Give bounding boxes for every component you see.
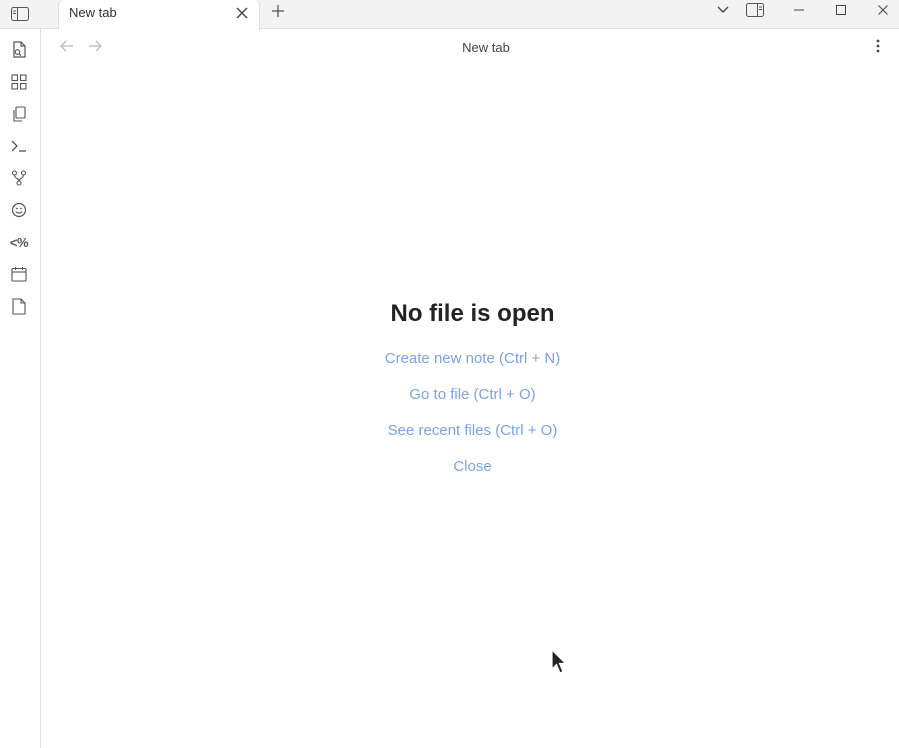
right-sidebar-toggle-icon[interactable]: [745, 1, 765, 19]
files-icon[interactable]: [9, 104, 29, 124]
page-icon[interactable]: [9, 296, 29, 316]
view-title: New tab: [462, 40, 510, 55]
graph-view-icon[interactable]: [9, 72, 29, 92]
git-icon[interactable]: [9, 168, 29, 188]
view-header: New tab: [41, 29, 899, 65]
see-recent-files-link[interactable]: See recent files (Ctrl + O): [41, 422, 899, 440]
calendar-icon[interactable]: [9, 264, 29, 284]
open-quick-switcher-icon[interactable]: [9, 40, 29, 60]
more-options-icon[interactable]: [869, 37, 887, 55]
empty-state-title: No file is open: [390, 300, 555, 327]
sidebar-toggle-icon[interactable]: [0, 0, 40, 28]
templater-icon-label: <%: [9, 234, 29, 250]
maximize-icon[interactable]: [831, 1, 851, 19]
create-new-note-link[interactable]: Create new note (Ctrl + N): [41, 350, 899, 368]
go-to-file-link[interactable]: Go to file (Ctrl + O): [41, 386, 899, 404]
smile-icon[interactable]: [9, 200, 29, 220]
templater-icon[interactable]: <%: [9, 232, 29, 252]
new-tab-plus-icon[interactable]: [268, 1, 288, 21]
close-link[interactable]: Close: [41, 458, 899, 476]
chevron-down-icon[interactable]: [713, 1, 733, 19]
minimize-icon[interactable]: [789, 1, 809, 19]
title-bar: New tab: [0, 0, 899, 30]
empty-state: No file is open Create new note (Ctrl + …: [41, 300, 899, 494]
close-icon[interactable]: [234, 5, 250, 21]
terminal-icon[interactable]: [9, 136, 29, 156]
mouse-cursor-icon: [551, 649, 567, 675]
tab-title: New tab: [69, 5, 117, 20]
close-window-icon[interactable]: [873, 1, 893, 19]
ribbon: <%: [0, 29, 41, 748]
tab-new-tab[interactable]: New tab: [58, 0, 260, 30]
